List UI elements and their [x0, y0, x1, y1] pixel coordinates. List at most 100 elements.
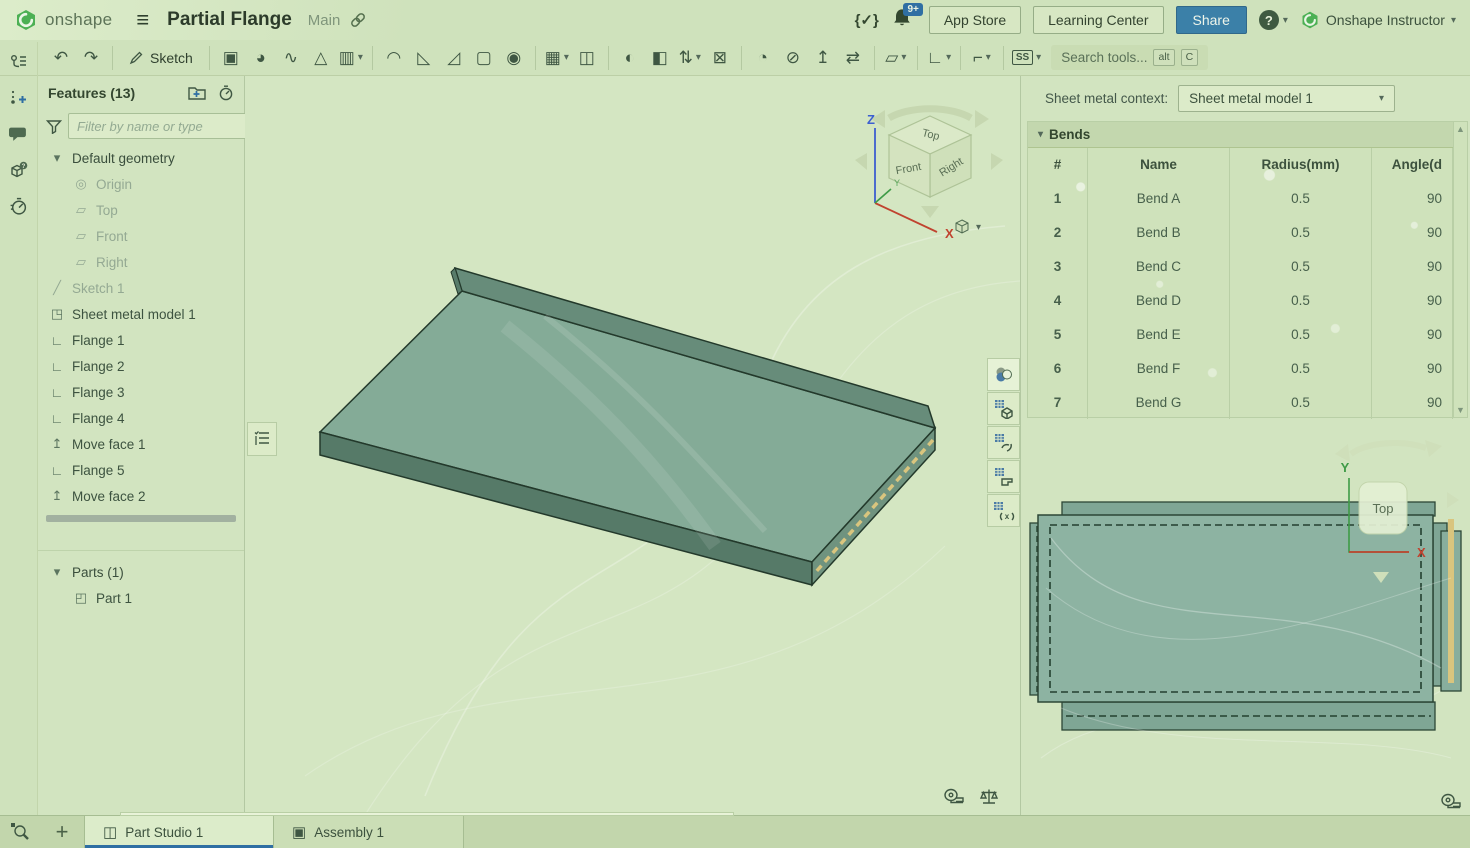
shell-icon[interactable]: ▢	[469, 43, 499, 73]
part-item[interactable]: ◰ Part 1	[38, 585, 244, 611]
scroll-down-icon[interactable]: ▼	[1456, 405, 1465, 415]
feature-item-icon: ╱	[48, 280, 66, 296]
feature-item[interactable]: ∟ Flange 1	[38, 327, 244, 353]
performance-icon[interactable]	[5, 192, 33, 220]
feature-item[interactable]: ◳ Sheet metal model 1	[38, 301, 244, 327]
feature-item[interactable]: ▱ Front	[38, 223, 244, 249]
feature-script-icon[interactable]: {✓}	[855, 11, 879, 29]
view-cube[interactable]: Top Front Right Z X Y	[845, 98, 1010, 273]
bends-scrollbar[interactable]: ▲ ▼	[1453, 122, 1467, 417]
linear-pattern-icon[interactable]: ▦▾	[542, 43, 572, 73]
mirror-icon[interactable]: ◫	[572, 43, 602, 73]
hole-icon[interactable]: ◉	[499, 43, 529, 73]
bend-row[interactable]: 7 Bend G 0.5 90	[1028, 385, 1453, 419]
parts-group-header[interactable]: ▾ Parts (1)	[38, 559, 244, 585]
tape-measure-icon[interactable]	[943, 788, 965, 806]
view-3d-and-flat-icon[interactable]	[987, 392, 1020, 425]
sketch-button[interactable]: Sketch	[119, 43, 203, 73]
modify-fillet-icon[interactable]: ◔	[748, 43, 778, 73]
bend-annotation-icon[interactable]: x	[987, 494, 1020, 527]
delete-part-icon[interactable]: ⊠	[705, 43, 735, 73]
bends-section-header[interactable]: ▾ Bends	[1028, 122, 1467, 148]
feature-item[interactable]: ∟ Flange 3	[38, 379, 244, 405]
insert-plus-icon[interactable]	[5, 84, 33, 112]
bend-row[interactable]: 5 Bend E 0.5 90	[1028, 317, 1453, 351]
document-menu-icon[interactable]: ≡	[136, 9, 149, 31]
extrude-icon[interactable]: ▣	[216, 43, 246, 73]
view-cube-menu[interactable]: ▾	[953, 218, 981, 236]
learning-center-button[interactable]: Learning Center	[1033, 6, 1163, 34]
sheet-metal-mode-icon[interactable]: SS▾	[1010, 43, 1043, 73]
feature-item-label: Flange 2	[72, 359, 125, 374]
render-state-icon[interactable]	[987, 358, 1020, 391]
undo-icon[interactable]: ↶	[46, 43, 76, 73]
feature-item[interactable]: ∟ Flange 5	[38, 457, 244, 483]
feature-item[interactable]: ▾ Default geometry	[38, 145, 244, 171]
bend-row[interactable]: 6 Bend F 0.5 90	[1028, 351, 1453, 385]
feature-filter-input[interactable]	[68, 113, 264, 139]
top-bar: onshape ≡ Partial Flange Main {✓} 9+ App…	[0, 0, 1470, 40]
delete-face-icon[interactable]: ⊘	[778, 43, 808, 73]
fillet-icon[interactable]: ◠	[379, 43, 409, 73]
feature-item[interactable]: ∟ Flange 2	[38, 353, 244, 379]
revolve-icon[interactable]: ◕	[246, 43, 276, 73]
thicken-icon[interactable]: ▥▾	[336, 43, 366, 73]
search-tabs-icon[interactable]	[0, 816, 40, 848]
sheet-metal-flange-icon[interactable]: ∟▾	[924, 43, 954, 73]
transform-icon[interactable]: ⇅▾	[675, 43, 705, 73]
comments-icon[interactable]	[5, 120, 33, 148]
share-link-icon[interactable]	[350, 12, 366, 28]
search-tools-input[interactable]: Search tools...altC	[1051, 45, 1208, 70]
notifications-button[interactable]: 9+	[891, 7, 917, 33]
bend-row[interactable]: 3 Bend C 0.5 90	[1028, 249, 1453, 283]
doc-tab[interactable]: ▣ Assembly 1	[274, 816, 464, 848]
bend-row[interactable]: 1 Bend A 0.5 90	[1028, 181, 1453, 215]
app-store-button[interactable]: App Store	[929, 6, 1021, 34]
version-history-icon[interactable]	[5, 48, 33, 76]
split-icon[interactable]: ◧	[645, 43, 675, 73]
rollback-timer-icon[interactable]	[218, 85, 234, 101]
surface-icon[interactable]: ▱▾	[881, 43, 911, 73]
view-flat-icon[interactable]	[987, 460, 1020, 493]
account-menu[interactable]: Onshape Instructor ▾	[1300, 10, 1456, 30]
add-tab-button[interactable]: +	[40, 816, 84, 848]
move-face-icon[interactable]: ↥	[808, 43, 838, 73]
toolbar-divider	[372, 46, 373, 70]
mass-properties-icon[interactable]	[979, 788, 999, 806]
tape-measure-icon[interactable]	[1440, 793, 1462, 809]
document-title[interactable]: Partial Flange	[167, 9, 292, 31]
flat-view-cube[interactable]: Y X Top	[1321, 432, 1470, 597]
feature-item[interactable]: ◎ Origin	[38, 171, 244, 197]
svg-text:Z: Z	[867, 112, 875, 127]
model-viewport[interactable]: Top Front Right Z X Y ▾	[245, 76, 1020, 815]
feature-item[interactable]: ↥ Move face 2	[38, 483, 244, 509]
bend-row[interactable]: 2 Bend B 0.5 90	[1028, 215, 1453, 249]
onshape-logo[interactable]: onshape	[14, 8, 112, 32]
view-folded-icon[interactable]	[987, 426, 1020, 459]
workspace-branch[interactable]: Main	[308, 12, 341, 29]
feature-item[interactable]: ▱ Right	[38, 249, 244, 275]
help-menu[interactable]: ? ▾	[1259, 10, 1288, 30]
bend-row[interactable]: 4 Bend D 0.5 90	[1028, 283, 1453, 317]
draft-icon[interactable]: ◿	[439, 43, 469, 73]
create-folder-icon[interactable]	[188, 85, 206, 101]
scroll-up-icon[interactable]: ▲	[1456, 124, 1465, 134]
doc-tab[interactable]: ◫ Part Studio 1	[84, 816, 274, 848]
redo-icon[interactable]: ↷	[76, 43, 106, 73]
replace-face-icon[interactable]: ⇄	[838, 43, 868, 73]
rollback-bar[interactable]	[46, 515, 236, 522]
feature-item[interactable]: ▱ Top	[38, 197, 244, 223]
filter-funnel-icon[interactable]	[46, 119, 62, 134]
feature-list-toggle[interactable]	[247, 422, 277, 456]
share-button[interactable]: Share	[1176, 6, 1247, 34]
sheet-metal-tab-icon[interactable]: ⌐▾	[967, 43, 997, 73]
sheet-metal-context-select[interactable]: Sheet metal model 1 ▾	[1178, 85, 1395, 112]
feature-item[interactable]: ∟ Flange 4	[38, 405, 244, 431]
loft-icon[interactable]: △	[306, 43, 336, 73]
learning-cube-icon[interactable]: ?	[5, 156, 33, 184]
chamfer-icon[interactable]: ◺	[409, 43, 439, 73]
sweep-icon[interactable]: ∿	[276, 43, 306, 73]
feature-item[interactable]: ↥ Move face 1	[38, 431, 244, 457]
feature-item[interactable]: ╱ Sketch 1	[38, 275, 244, 301]
boolean-icon[interactable]: ◐	[615, 43, 645, 73]
